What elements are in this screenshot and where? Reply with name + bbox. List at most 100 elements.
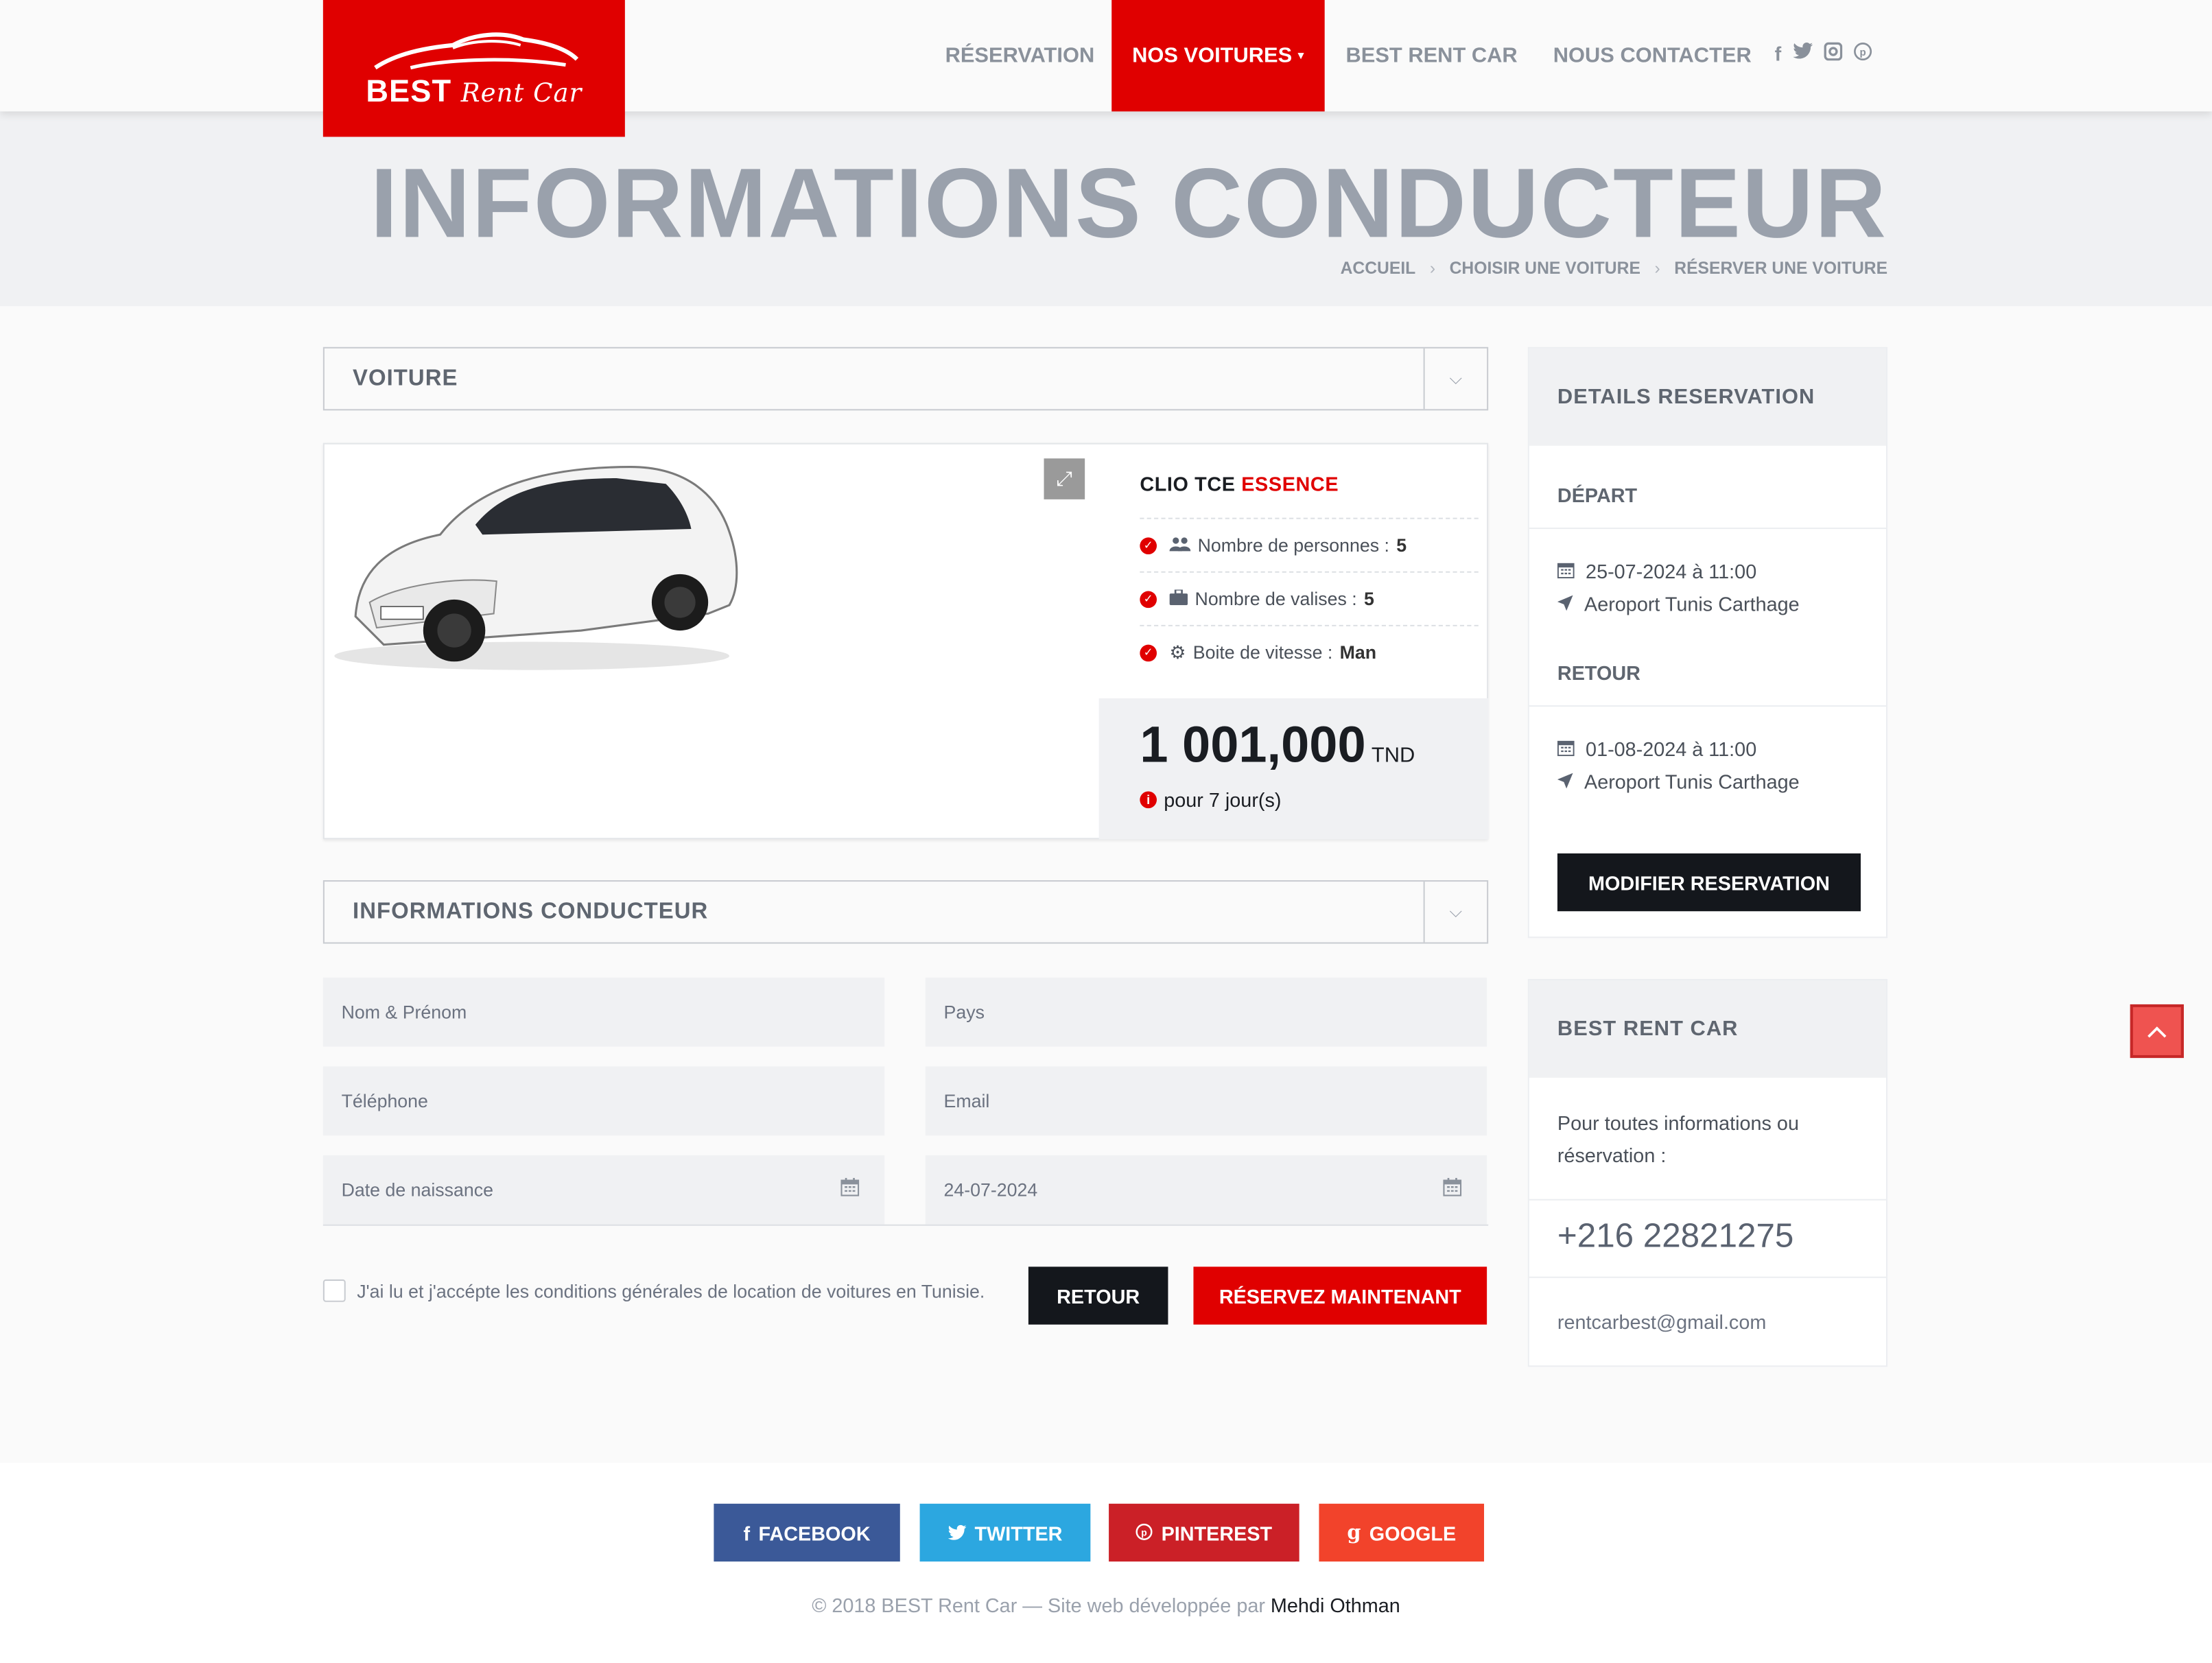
divider — [1529, 527, 1887, 530]
logo-brand: BEST — [366, 72, 452, 108]
check-circle-icon: ✓ — [1140, 536, 1157, 554]
contact-email[interactable]: rentcarbest@gmail.com — [1557, 1310, 1766, 1333]
calendar-icon — [1557, 738, 1575, 760]
info-icon: i — [1140, 791, 1157, 809]
reserve-now-button[interactable]: RÉSERVEZ MAINTENANT — [1193, 1266, 1487, 1325]
calendar-icon — [1557, 560, 1575, 582]
calendar-icon[interactable] — [840, 1177, 860, 1201]
phone-field[interactable]: Téléphone — [322, 1066, 885, 1136]
departure-place-text: Aeroport Tunis Carthage — [1584, 592, 1800, 615]
car-card: ⤢ CLIO TCE ESSENCE ✓ Nombre de personnes… — [322, 443, 1489, 840]
calendar-icon[interactable] — [1443, 1177, 1462, 1201]
reservation-details-title: DETAILS RESERVATION — [1529, 348, 1887, 446]
terms-checkbox[interactable] — [322, 1279, 346, 1302]
car-logo-icon — [374, 32, 579, 69]
twitter-icon — [948, 1522, 967, 1544]
chevron-down-icon[interactable]: ⌵ — [1423, 882, 1487, 943]
users-icon — [1169, 534, 1191, 556]
driver-accordion-label: INFORMATIONS CONDUCTEUR — [353, 899, 709, 924]
price: 1 001,000 TND — [1140, 715, 1415, 774]
nav-nos-voitures[interactable]: NOS VOITURES ▾ — [1111, 0, 1325, 112]
license-date-value: 24-07-2024 — [943, 1179, 1038, 1201]
facebook-label: FACEBOOK — [758, 1521, 871, 1544]
location-arrow-icon — [1557, 593, 1573, 615]
return-label: RETOUR — [1557, 661, 1640, 685]
breadcrumb-accueil[interactable]: ACCUEIL — [1341, 258, 1416, 278]
scroll-to-top-button[interactable] — [2130, 1004, 2184, 1059]
back-button[interactable]: RETOUR — [1028, 1266, 1168, 1325]
copyright-text: © 2018 BEST Rent Car — Site web développ… — [812, 1594, 1265, 1617]
price-box: 1 001,000 TND i pour 7 jour(s) — [1098, 698, 1489, 840]
google-share-button[interactable]: g GOOGLE — [1319, 1503, 1485, 1562]
google-icon: g — [1347, 1521, 1361, 1544]
chevron-right-icon: › — [1429, 258, 1436, 279]
author-link[interactable]: Mehdi Othman — [1271, 1594, 1400, 1616]
license-date-field[interactable]: 24-07-2024 — [925, 1155, 1487, 1225]
contact-text: Pour toutes informations ou réservation … — [1557, 1111, 1799, 1167]
brand-logo[interactable]: BEST Rent Car — [322, 0, 625, 137]
return-place: Aeroport Tunis Carthage — [1557, 770, 1800, 793]
voiture-accordion-label: VOITURE — [353, 366, 458, 391]
pinterest-icon: p — [1136, 1522, 1153, 1544]
price-amount: 1 001,000 — [1140, 715, 1366, 773]
instagram-icon[interactable] — [1823, 42, 1842, 65]
terms-agreement: J'ai lu et j'accépte les conditions géné… — [322, 1279, 985, 1302]
pinterest-label: PINTEREST — [1161, 1521, 1273, 1544]
contact-panel: BEST RENT CAR Pour toutes informations o… — [1527, 978, 1888, 1367]
nav-nos-voitures-label: NOS VOITURES — [1132, 43, 1293, 68]
contact-phone[interactable]: +216 22821275 — [1557, 1217, 1793, 1257]
pinterest-share-button[interactable]: p PINTEREST — [1109, 1503, 1299, 1562]
divider — [1529, 1276, 1887, 1278]
pinterest-icon[interactable]: p — [1853, 43, 1872, 65]
return-place-text: Aeroport Tunis Carthage — [1584, 770, 1800, 793]
voiture-accordion-header[interactable]: VOITURE ⌵ — [322, 346, 1489, 411]
twitter-label: TWITTER — [974, 1521, 1063, 1544]
spec-luggage-label: Nombre de valises : — [1195, 588, 1357, 610]
twitter-share-button[interactable]: TWITTER — [919, 1503, 1091, 1562]
facebook-icon[interactable]: f — [1775, 43, 1782, 65]
nav-nous-contacter[interactable]: NOUS CONTACTER — [1553, 0, 1752, 111]
spec-passengers: ✓ Nombre de personnes : 5 — [1140, 517, 1479, 571]
name-field[interactable]: Nom & Prénom — [322, 977, 885, 1047]
twitter-icon[interactable] — [1792, 43, 1813, 65]
chevron-down-icon[interactable]: ⌵ — [1423, 348, 1487, 410]
gear-icon: ⚙ — [1169, 641, 1186, 663]
svg-text:p: p — [1142, 1526, 1147, 1537]
facebook-icon: f — [743, 1521, 751, 1544]
spec-gearbox-label: Boite de vitesse : — [1192, 641, 1333, 663]
car-name: CLIO TCE ESSENCE — [1140, 473, 1339, 495]
page: RÉSERVATION NOS VOITURES ▾ BEST RENT CAR… — [0, 0, 2212, 1663]
spec-luggage: ✓ Nombre de valises : 5 — [1140, 571, 1479, 625]
nav-reservation[interactable]: RÉSERVATION — [945, 0, 1095, 111]
breadcrumb-choisir-voiture[interactable]: CHOISIR UNE VOITURE — [1450, 258, 1640, 278]
birthdate-field[interactable]: Date de naissance — [322, 1155, 885, 1225]
spec-passengers-value: 5 — [1396, 534, 1407, 556]
facebook-share-button[interactable]: f FACEBOOK — [714, 1503, 900, 1562]
spec-gearbox: ✓ ⚙ Boite de vitesse : Man — [1140, 624, 1479, 679]
nav-best-rent-car[interactable]: BEST RENT CAR — [1346, 0, 1518, 111]
modify-reservation-button[interactable]: MODIFIER RESERVATION — [1557, 853, 1861, 912]
footer: f FACEBOOK TWITTER p PINTEREST g GOOGLE … — [0, 1463, 2212, 1663]
driver-accordion-header[interactable]: INFORMATIONS CONDUCTEUR ⌵ — [322, 880, 1489, 944]
car-fuel: ESSENCE — [1241, 472, 1339, 495]
return-date: 01-08-2024 à 11:00 — [1557, 738, 1756, 760]
copyright: © 2018 BEST Rent Car — Site web développ… — [0, 1594, 2212, 1616]
reservation-details-panel: DETAILS RESERVATION DÉPART 25-07-2024 à … — [1527, 346, 1888, 939]
email-field[interactable]: Email — [925, 1066, 1487, 1136]
header-social-links: f p — [1775, 42, 1872, 65]
price-currency: TND — [1371, 743, 1415, 768]
breadcrumb-reserver-voiture: RÉSERVER UNE VOITURE — [1674, 258, 1888, 279]
breadcrumb: ACCUEIL › CHOISIR UNE VOITURE › RÉSERVER… — [1341, 258, 1887, 278]
check-circle-icon: ✓ — [1140, 590, 1157, 608]
logo-text: BEST Rent Car — [366, 73, 582, 109]
country-field[interactable]: Pays — [925, 977, 1487, 1047]
chevron-right-icon: › — [1654, 258, 1660, 279]
birthdate-placeholder: Date de naissance — [341, 1179, 493, 1201]
return-date-text: 01-08-2024 à 11:00 — [1586, 738, 1757, 761]
departure-date-text: 25-07-2024 à 11:00 — [1586, 560, 1757, 583]
terms-label[interactable]: J'ai lu et j'accépte les conditions géné… — [357, 1280, 985, 1301]
rental-duration-text: pour 7 jour(s) — [1164, 788, 1282, 812]
expand-icon[interactable]: ⤢ — [1044, 458, 1085, 499]
location-arrow-icon — [1557, 770, 1573, 793]
caret-down-icon: ▾ — [1297, 47, 1304, 62]
